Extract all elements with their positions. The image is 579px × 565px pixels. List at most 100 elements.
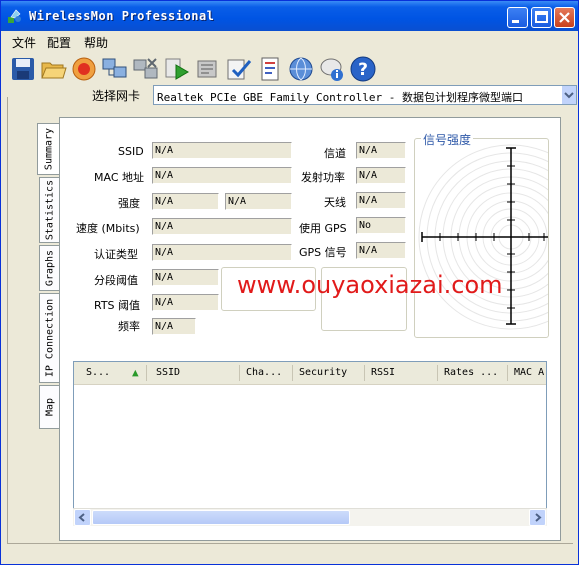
antenna-field: N/A xyxy=(356,192,406,209)
mac-label: MAC 地址 xyxy=(94,171,144,184)
tab-ip-connection[interactable]: IP Connection xyxy=(39,293,59,383)
network-icon xyxy=(102,58,127,78)
sort-arrow-icon: ▲ xyxy=(132,366,139,379)
col-security[interactable]: Security xyxy=(299,367,347,378)
speed-label: 速度 (Mbits) xyxy=(76,222,140,235)
chevron-right-icon xyxy=(535,513,542,522)
toolbar-log-button[interactable] xyxy=(194,55,222,83)
channel-label: 信道 xyxy=(324,147,346,160)
toolbar-open-button[interactable] xyxy=(39,55,67,83)
scroll-thumb[interactable] xyxy=(92,510,350,525)
menu-help[interactable]: 帮助 xyxy=(84,34,108,51)
txpower-field: N/A xyxy=(356,167,406,184)
nic-dropdown-button[interactable] xyxy=(562,86,576,104)
watermark: www.ouyaoxiazai.com xyxy=(237,271,503,299)
speed-field: N/A xyxy=(152,218,292,235)
menu-file[interactable]: 文件 xyxy=(12,34,36,51)
save-icon xyxy=(12,58,34,80)
status-bar xyxy=(7,543,573,561)
globe-icon xyxy=(289,57,313,81)
freq-field: N/A xyxy=(152,318,196,335)
svg-text:?: ? xyxy=(358,60,368,80)
maximize-button[interactable] xyxy=(531,7,552,28)
menu-bar: 文件 配置 帮助 xyxy=(1,31,578,51)
txpower-label: 发射功率 xyxy=(301,171,345,184)
column-divider[interactable] xyxy=(364,365,365,381)
horizontal-scrollbar[interactable] xyxy=(73,508,547,526)
use-gps-label: 使用 GPS xyxy=(299,222,347,235)
strength-field: N/A xyxy=(152,193,219,210)
toolbar-disconnect-button[interactable] xyxy=(132,55,160,83)
col-ssid[interactable]: SSID xyxy=(156,367,180,378)
record-icon xyxy=(72,57,96,81)
minimize-icon xyxy=(512,20,519,23)
strength-label: 强度 xyxy=(118,197,140,210)
toolbar-network-button[interactable] xyxy=(101,55,129,83)
play-icon xyxy=(165,58,189,80)
toolbar: ? xyxy=(1,52,578,86)
antenna-label: 天线 xyxy=(324,196,346,209)
tab-summary[interactable]: Summary xyxy=(37,123,59,175)
frag-field: N/A xyxy=(152,269,219,286)
strength-field-2: N/A xyxy=(225,193,292,210)
frame-edge xyxy=(7,97,8,543)
chat-info-icon xyxy=(320,58,343,81)
tab-graphs[interactable]: Graphs xyxy=(39,245,59,291)
toolbar-record-button[interactable] xyxy=(70,55,98,83)
toolbar-start-button[interactable] xyxy=(163,55,191,83)
mac-field: N/A xyxy=(152,167,292,184)
log-icon xyxy=(197,60,217,78)
auth-field: N/A xyxy=(152,244,292,261)
use-gps-field: No xyxy=(356,217,406,234)
main-window: WirelessMon Professional 文件 配置 帮助 ? 选择网卡… xyxy=(0,0,579,565)
toolbar-check-button[interactable] xyxy=(225,55,253,83)
title-bar[interactable]: WirelessMon Professional xyxy=(1,1,578,31)
signal-radar-icon xyxy=(418,144,548,330)
toolbar-help-button[interactable]: ? xyxy=(349,55,377,83)
col-status[interactable]: S... xyxy=(86,367,110,378)
open-folder-icon xyxy=(41,62,67,79)
col-rssi[interactable]: RSSI xyxy=(371,367,395,378)
tab-statistics[interactable]: Statistics xyxy=(39,177,59,243)
toolbar-save-button[interactable] xyxy=(9,55,37,83)
scroll-right-button[interactable] xyxy=(529,509,546,526)
toolbar-report-button[interactable] xyxy=(256,55,284,83)
chevron-down-icon xyxy=(564,92,574,99)
column-divider[interactable] xyxy=(292,365,293,381)
close-icon xyxy=(559,12,570,23)
col-channel[interactable]: Cha... xyxy=(246,367,282,378)
column-divider[interactable] xyxy=(239,365,240,381)
scroll-left-button[interactable] xyxy=(74,509,91,526)
auth-label: 认证类型 xyxy=(94,248,138,261)
rts-label: RTS 阈值 xyxy=(94,299,141,312)
menu-config[interactable]: 配置 xyxy=(47,34,71,51)
maximize-icon xyxy=(535,11,548,23)
ssid-field: N/A xyxy=(152,142,292,159)
help-icon: ? xyxy=(350,56,376,82)
tab-map[interactable]: Map xyxy=(39,385,59,429)
col-rates[interactable]: Rates ... xyxy=(444,367,498,378)
nic-select[interactable]: Realtek PCIe GBE Family Controller - 数据包… xyxy=(153,85,577,105)
nic-select-value: Realtek PCIe GBE Family Controller - 数据包… xyxy=(157,91,524,104)
vertical-tabs: Summary Statistics Graphs IP Connection … xyxy=(37,118,59,433)
toolbar-globe-button[interactable] xyxy=(287,55,315,83)
minimize-button[interactable] xyxy=(507,7,528,28)
chevron-left-icon xyxy=(78,513,85,522)
gps-signal-label: GPS 信号 xyxy=(299,246,347,259)
nic-label: 选择网卡 xyxy=(92,89,141,103)
disconnect-icon xyxy=(133,58,158,79)
frag-label: 分段阈值 xyxy=(94,274,138,287)
app-icon xyxy=(8,9,21,23)
column-divider[interactable] xyxy=(507,365,508,381)
report-icon xyxy=(261,57,279,81)
freq-label: 频率 xyxy=(118,320,140,333)
channel-field: N/A xyxy=(356,142,406,159)
col-mac[interactable]: MAC A xyxy=(514,367,544,378)
toolbar-info-button[interactable] xyxy=(318,55,346,83)
gps-signal-field: N/A xyxy=(356,242,406,259)
column-divider[interactable] xyxy=(437,365,438,381)
window-title: WirelessMon Professional xyxy=(29,9,215,23)
close-button[interactable] xyxy=(554,7,575,28)
column-divider[interactable] xyxy=(146,365,147,381)
network-list[interactable]: S... ▲ SSID Cha... Security RSSI Rates .… xyxy=(73,361,547,526)
